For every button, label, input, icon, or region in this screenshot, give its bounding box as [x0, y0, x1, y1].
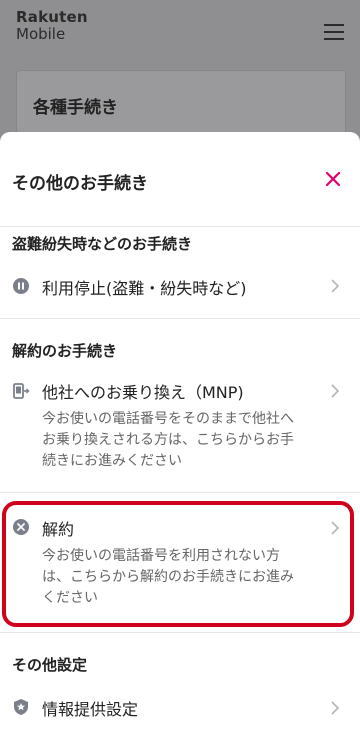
info-provision-settings-label: 情報提供設定: [42, 700, 139, 719]
app-header: Rakuten Mobile: [0, 0, 360, 66]
description-line: は、こちらから解約のお手続きにお進み: [42, 569, 294, 585]
divider: [0, 492, 360, 493]
description-line: 今お使いの電話番号を利用されない方: [42, 548, 280, 564]
section-title-theft-loss: 盗難紛失時などのお手続き: [12, 235, 193, 253]
chevron-right-icon: [331, 521, 340, 535]
suspend-service-row[interactable]: 利用停止(盗難・紛失時など): [0, 266, 360, 316]
suspend-service-label: 利用停止(盗難・紛失時など): [42, 279, 247, 298]
sheet-title: その他のお手続き: [12, 174, 148, 194]
description-line: 今お使いの電話番号をそのままで他社へ: [42, 411, 294, 427]
logo-line1: Rakuten: [16, 8, 88, 26]
section-title-cancellation: 解約のお手続き: [12, 342, 118, 360]
mnp-transfer-label: 他社へのお乗り換え（MNP): [42, 383, 244, 402]
description-line: お乗り換えされる方は、こちらからお手: [42, 432, 294, 448]
hamburger-menu-icon[interactable]: [324, 24, 344, 40]
description-line: ください: [42, 590, 98, 606]
chevron-right-icon: [331, 279, 340, 293]
mnp-transfer-description: 今お使いの電話番号をそのままで他社へ お乗り換えされる方は、こちらからお手 続き…: [42, 409, 330, 472]
chevron-right-icon: [331, 384, 340, 398]
pause-icon: [13, 278, 29, 294]
cancel-contract-description: 今お使いの電話番号を利用されない方 は、こちらから解約のお手続きにお進み くださ…: [42, 546, 330, 609]
rakuten-mobile-logo: Rakuten Mobile: [16, 10, 88, 42]
cancel-circle-icon: [13, 519, 29, 535]
close-icon[interactable]: [324, 170, 342, 188]
background-card-title: 各種手続き: [33, 98, 118, 118]
shield-star-icon: [14, 699, 28, 715]
section-title-other-settings: その他設定: [12, 656, 88, 674]
phone-transfer-icon: [13, 383, 30, 399]
info-provision-settings-row[interactable]: 情報提供設定: [0, 688, 360, 732]
description-line: 続きにお進みください: [42, 453, 182, 469]
chevron-right-icon: [331, 701, 340, 715]
cancel-contract-label: 解約: [42, 520, 75, 539]
divider: [0, 318, 360, 319]
sheet-header: その他のお手続き: [0, 132, 360, 227]
mnp-transfer-row[interactable]: 他社へのお乗り換え（MNP) 今お使いの電話番号をそのままで他社へ お乗り換えさ…: [0, 372, 360, 482]
other-procedures-sheet: その他のお手続き 盗難紛失時などのお手続き 利用停止(盗難・紛失時など) 解約の…: [0, 132, 360, 748]
cancel-contract-row[interactable]: 解約 今お使いの電話番号を利用されない方 は、こちらから解約のお手続きにお進み …: [0, 510, 360, 620]
logo-line2: Mobile: [16, 25, 66, 43]
divider: [0, 632, 360, 633]
